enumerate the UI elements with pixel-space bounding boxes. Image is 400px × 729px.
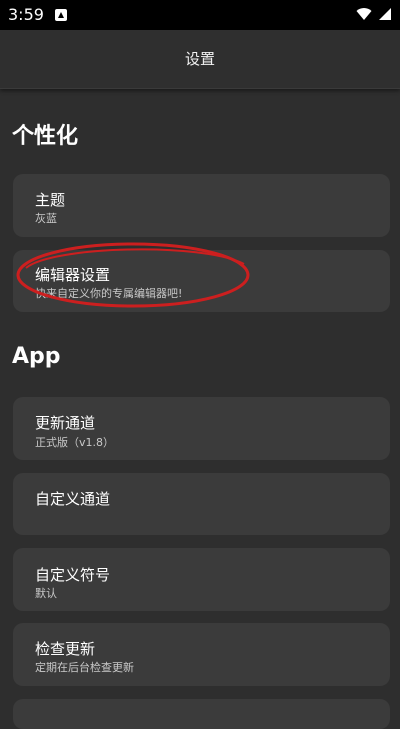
settings-item-subtitle: 默认 [35, 587, 57, 600]
cellular-signal-icon [379, 8, 391, 20]
status-icons [356, 7, 392, 21]
settings-item-subtitle: 正式版（v1.8） [35, 436, 115, 449]
settings-item-custom-symbols[interactable]: 自定义符号 默认 [13, 548, 390, 611]
settings-item-partial[interactable] [13, 699, 390, 729]
status-time: 3:59 [8, 5, 44, 24]
wifi-icon [356, 8, 372, 20]
settings-item-title: 检查更新 [35, 640, 96, 658]
settings-item-title: 更新通道 [35, 414, 96, 432]
settings-item-title: 自定义通道 [35, 490, 111, 508]
settings-item-title: 主题 [35, 191, 66, 209]
settings-item-editor[interactable]: 编辑器设置 快来自定义你的专属编辑器吧! [13, 250, 390, 312]
section-title-personalization: 个性化 [12, 124, 79, 149]
settings-item-subtitle: 快来自定义你的专属编辑器吧! [35, 287, 183, 300]
settings-item-title: 自定义符号 [35, 566, 111, 584]
section-title-app: App [12, 344, 61, 369]
settings-item-title: 编辑器设置 [35, 266, 111, 284]
settings-item-check-updates[interactable]: 检查更新 定期在后台检查更新 [13, 623, 390, 686]
notification-icon [55, 9, 67, 21]
settings-item-theme[interactable]: 主题 灰蓝 [13, 174, 390, 237]
page-title: 设置 [184, 50, 215, 68]
status-bar: 3:59 [0, 0, 400, 30]
settings-item-update-channel[interactable]: 更新通道 正式版（v1.8） [13, 397, 390, 460]
settings-item-subtitle: 灰蓝 [35, 212, 57, 225]
settings-item-custom-channel[interactable]: 自定义通道 [13, 473, 390, 535]
settings-item-subtitle: 定期在后台检查更新 [35, 661, 134, 674]
app-bar: 设置 [0, 30, 400, 89]
